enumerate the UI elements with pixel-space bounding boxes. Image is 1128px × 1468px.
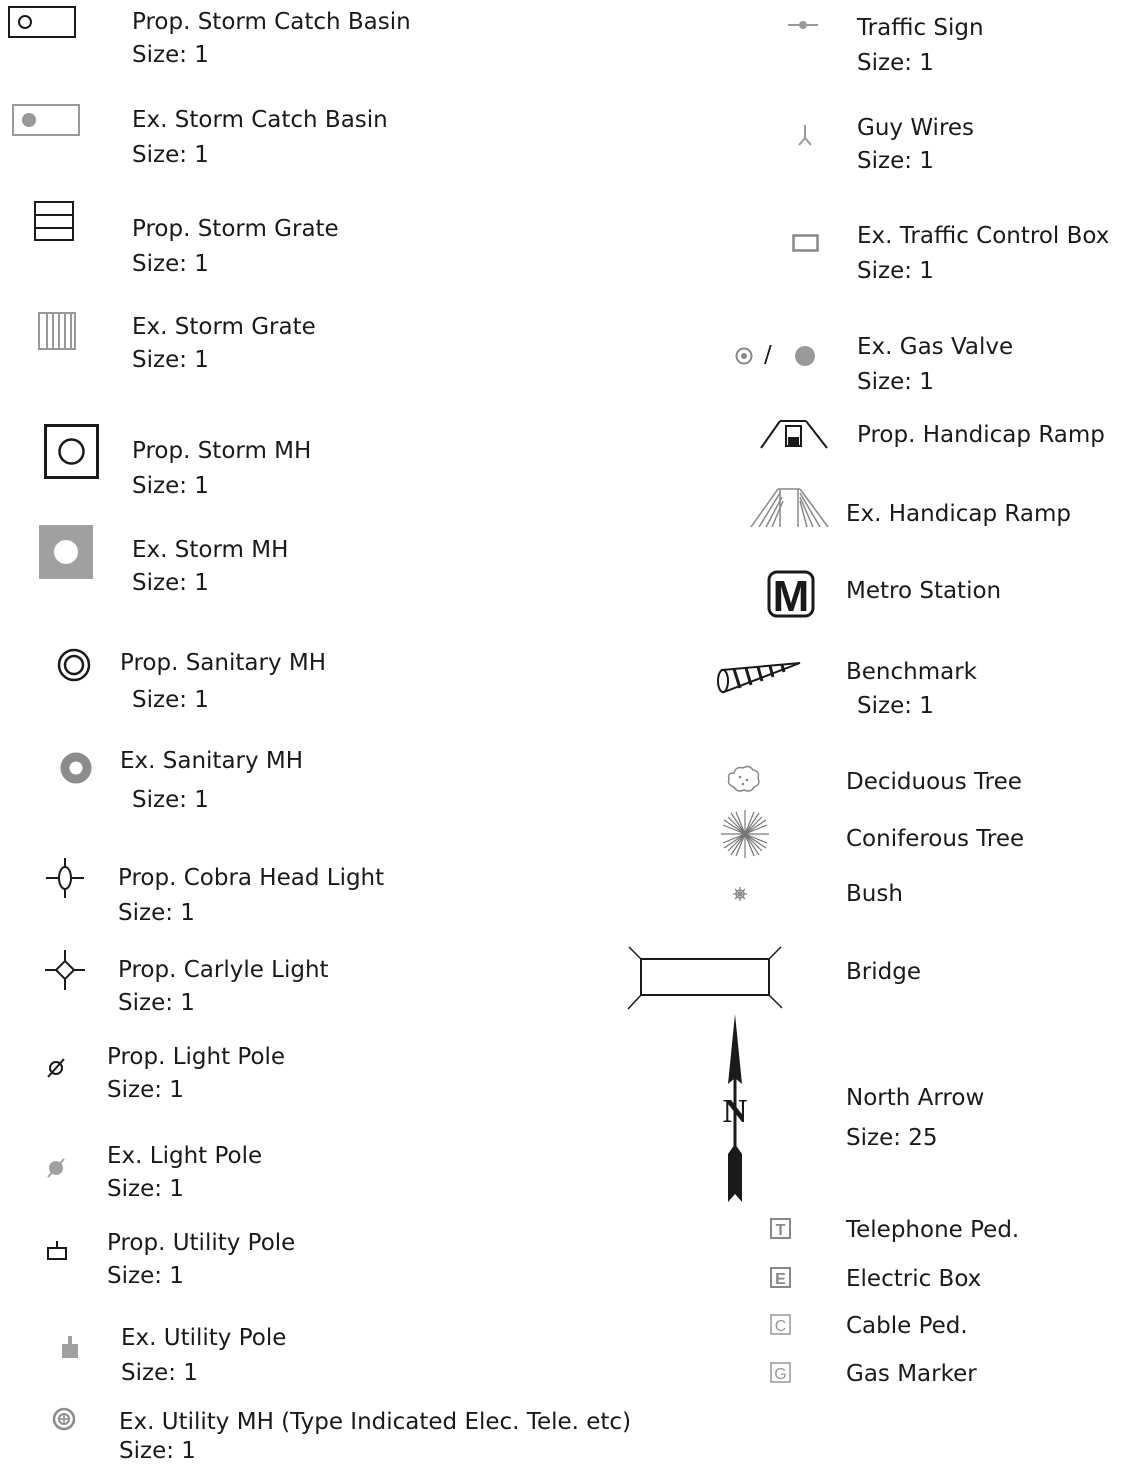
telephone-ped-glyph: T <box>776 1222 786 1239</box>
legend-size: Size: 1 <box>107 1263 184 1289</box>
legend-size: Size: 1 <box>132 251 209 277</box>
ex-storm-mh-icon <box>39 525 95 581</box>
cable-ped-glyph: C <box>775 1318 787 1335</box>
prop-utility-pole-icon <box>46 1239 70 1263</box>
prop-light-pole-icon <box>46 1057 68 1079</box>
legend-size: Size: 25 <box>846 1125 938 1151</box>
legend-label: Prop. Cobra Head Light <box>118 865 385 891</box>
traffic-control-box-icon <box>792 234 822 254</box>
legend-label: Coniferous Tree <box>846 826 1025 852</box>
legend-label: Electric Box <box>846 1266 982 1292</box>
legend-size: Size: 1 <box>132 687 209 713</box>
legend-size: Size: 1 <box>857 148 934 174</box>
north-arrow-glyph: N <box>723 1093 748 1130</box>
legend-label: Bush <box>846 881 903 907</box>
electric-box-glyph: E <box>775 1271 786 1288</box>
gas-valve-filled-icon <box>794 344 818 368</box>
legend-label: Ex. Storm MH <box>132 537 289 563</box>
legend-size: Size: 1 <box>107 1176 184 1202</box>
legend-size: Size: 1 <box>132 347 209 373</box>
legend-label: Bridge <box>846 959 921 985</box>
legend-size: Size: 1 <box>132 570 209 596</box>
ex-utility-mh-icon <box>52 1407 78 1433</box>
legend-label: Cable Ped. <box>846 1313 968 1339</box>
carlyle-light-icon <box>45 950 85 990</box>
gas-marker-icon: G <box>770 1362 792 1384</box>
legend-size: Size: 1 <box>121 1360 198 1386</box>
legend-label: Prop. Storm Catch Basin <box>132 9 411 35</box>
benchmark-icon <box>714 660 804 696</box>
bush-icon <box>731 885 751 903</box>
legend-label: Ex. Sanitary MH <box>120 748 304 774</box>
prop-handicap-ramp-icon <box>760 418 830 450</box>
legend-label: Deciduous Tree <box>846 769 1022 795</box>
legend-size: Size: 1 <box>857 369 934 395</box>
legend-size: Size: 1 <box>107 1077 184 1103</box>
legend-label: Guy Wires <box>857 115 975 141</box>
cable-ped-icon: C <box>770 1314 792 1336</box>
legend-size: Size: 1 <box>119 1438 196 1464</box>
guy-wires-icon <box>797 124 815 146</box>
ex-sanitary-mh-icon <box>59 751 95 787</box>
gas-valve-separator: / <box>764 342 772 368</box>
legend-label: Benchmark <box>846 659 978 685</box>
legend-label: Prop. Carlyle Light <box>118 957 329 983</box>
legend-label: Metro Station <box>846 578 1002 604</box>
metro-station-glyph: M <box>773 572 810 621</box>
prop-storm-grate-icon <box>34 201 76 243</box>
legend-label: Telephone Ped. <box>846 1217 1020 1243</box>
ex-storm-grate-icon <box>38 312 78 352</box>
traffic-sign-icon <box>788 18 820 32</box>
legend-label: North Arrow <box>846 1085 985 1111</box>
legend-label: Prop. Utility Pole <box>107 1230 296 1256</box>
gas-marker-glyph: G <box>774 1366 786 1383</box>
legend-size: Size: 1 <box>857 50 934 76</box>
gas-valve-icon <box>735 346 755 366</box>
legend-size: Size: 1 <box>132 42 209 68</box>
metro-station-icon: M <box>767 570 817 621</box>
legend-size: Size: 1 <box>132 787 209 813</box>
legend-size: Size: 1 <box>857 258 934 284</box>
legend-label: Prop. Handicap Ramp <box>857 422 1105 448</box>
legend-size: Size: 1 <box>132 142 209 168</box>
legend-size: Size: 1 <box>118 990 195 1016</box>
legend-label: Ex. Traffic Control Box <box>857 223 1110 249</box>
ex-handicap-ramp-icon <box>750 487 830 529</box>
north-arrow-icon: N <box>720 1014 750 1204</box>
ex-utility-pole-icon <box>60 1334 82 1360</box>
ex-storm-catch-basin-icon <box>12 104 82 138</box>
prop-storm-mh-icon <box>44 424 102 482</box>
ex-light-pole-icon <box>46 1157 68 1179</box>
electric-box-icon: E <box>770 1267 792 1289</box>
legend-label: Ex. Utility Pole <box>121 1325 287 1351</box>
legend-label: Traffic Sign <box>857 15 984 41</box>
telephone-ped-icon: T <box>770 1218 792 1240</box>
legend-label: Ex. Gas Valve <box>857 334 1014 360</box>
legend-size: Size: 1 <box>857 693 934 719</box>
coniferous-tree-icon <box>719 808 773 862</box>
bridge-icon <box>626 945 786 1011</box>
legend-label: Prop. Storm MH <box>132 438 312 464</box>
legend-label: Prop. Storm Grate <box>132 216 339 242</box>
legend-label: Ex. Handicap Ramp <box>846 501 1071 527</box>
legend-label: Prop. Light Pole <box>107 1044 286 1070</box>
cobra-head-light-icon <box>46 858 84 898</box>
deciduous-tree-icon <box>726 764 762 794</box>
legend-label: Prop. Sanitary MH <box>120 650 327 676</box>
prop-sanitary-mh-icon <box>57 648 93 684</box>
legend-label: Ex. Light Pole <box>107 1143 263 1169</box>
legend-label: Ex. Storm Grate <box>132 314 316 340</box>
legend-size: Size: 1 <box>132 473 209 499</box>
prop-storm-catch-basin-icon <box>8 6 78 40</box>
legend-size: Size: 1 <box>118 900 195 926</box>
legend-label: Ex. Storm Catch Basin <box>132 107 388 133</box>
legend-label: Gas Marker <box>846 1361 977 1387</box>
